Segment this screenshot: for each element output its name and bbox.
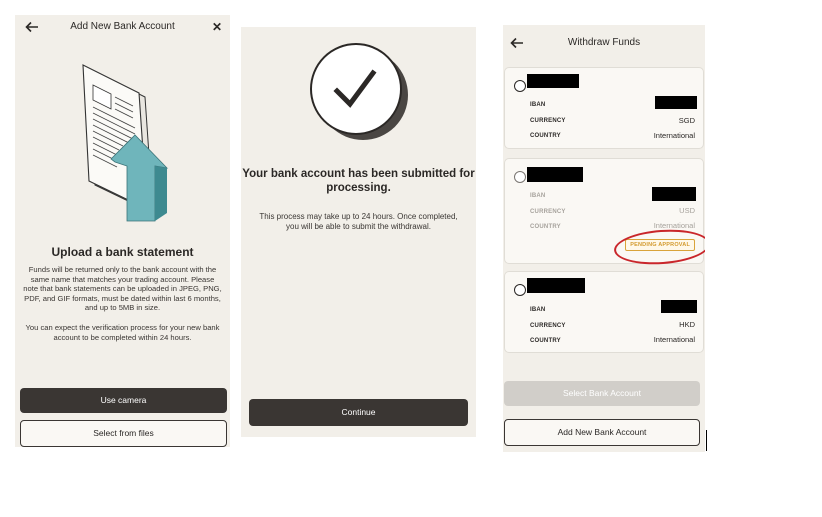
page-title: Withdraw Funds — [567, 37, 641, 48]
continue-button[interactable]: Continue — [249, 399, 468, 426]
radio-unchecked-icon[interactable] — [514, 171, 526, 183]
currency-value: HKD — [679, 320, 695, 329]
country-label: COUNTRY — [530, 133, 561, 139]
radio-unchecked-icon[interactable] — [514, 80, 526, 92]
currency-label: CURRENCY — [530, 118, 566, 124]
select-from-files-button[interactable]: Select from files — [20, 420, 227, 447]
page-title: Add New Bank Account — [70, 21, 175, 32]
country-label: COUNTRY — [530, 224, 561, 230]
bank-account-card[interactable]: IBAN CURRENCY SGD COUNTRY International — [504, 67, 704, 149]
redacted-iban — [652, 187, 696, 201]
document-upload-illustration — [82, 64, 169, 222]
country-label: COUNTRY — [530, 338, 561, 344]
add-new-bank-account-button[interactable]: Add New Bank Account — [504, 419, 700, 446]
country-value: International — [653, 335, 695, 344]
currency-label: CURRENCY — [530, 209, 566, 215]
header: Withdraw Funds — [503, 25, 705, 61]
iban-label: IBAN — [530, 307, 546, 313]
confirmation-heading: Your bank account has been submitted for… — [242, 168, 475, 194]
iban-label: IBAN — [530, 102, 546, 108]
use-camera-button[interactable]: Use camera — [20, 388, 227, 413]
select-bank-account-button[interactable]: Select Bank Account — [504, 381, 700, 406]
add-bank-account-screen: Add New Bank Account ✕ Upload a bank sta… — [15, 15, 230, 447]
redacted-account-name — [527, 278, 585, 293]
submission-confirmation-screen: Your bank account has been submitted for… — [241, 27, 476, 437]
currency-value: SGD — [678, 116, 695, 125]
upload-heading: Upload a bank statement — [51, 245, 194, 259]
redacted-account-name — [527, 74, 579, 88]
withdraw-funds-screen: Withdraw Funds IBAN CURRENCY SGD COUNTRY… — [503, 25, 705, 452]
header: Add New Bank Account ✕ — [15, 15, 230, 39]
bank-account-card[interactable]: IBAN CURRENCY HKD COUNTRY International — [504, 271, 704, 353]
currency-label: CURRENCY — [530, 323, 566, 329]
close-icon[interactable]: ✕ — [212, 15, 222, 39]
country-value: International — [653, 221, 695, 230]
instructions-text: Funds will be returned only to the bank … — [23, 265, 222, 313]
confirmation-text: This process may take up to 24 hours. On… — [259, 212, 458, 231]
currency-value: USD — [679, 206, 695, 215]
redacted-iban — [655, 96, 697, 109]
text-cursor — [706, 430, 707, 451]
arrow-left-icon[interactable] — [25, 20, 39, 34]
iban-label: IBAN — [530, 193, 546, 199]
redacted-account-name — [527, 167, 583, 182]
country-value: International — [653, 131, 695, 140]
verification-text: You can expect the verification process … — [25, 323, 220, 342]
checkmark-circle-icon — [310, 43, 408, 140]
redacted-iban — [661, 300, 697, 313]
radio-unchecked-icon[interactable] — [514, 284, 526, 296]
arrow-left-icon[interactable] — [510, 36, 524, 50]
